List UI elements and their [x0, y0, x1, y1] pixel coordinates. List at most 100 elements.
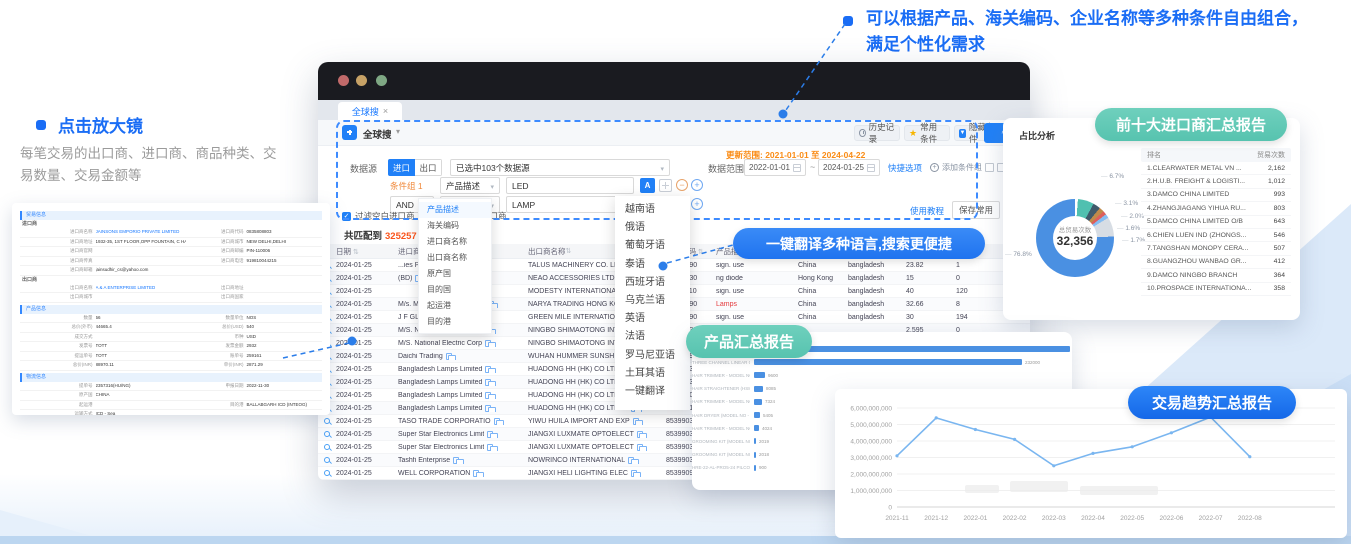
- data-point: [1052, 464, 1055, 467]
- magnifier-icon[interactable]: [324, 470, 330, 476]
- result-prefix: 共匹配到: [344, 231, 382, 242]
- magnifier-icon[interactable]: [324, 431, 330, 437]
- copy-icon[interactable]: [633, 418, 639, 425]
- language-menu-item[interactable]: 俄语: [615, 219, 690, 237]
- copy-icon[interactable]: [631, 470, 637, 477]
- language-menu-item[interactable]: 西班牙语: [615, 274, 690, 292]
- field-select-1[interactable]: 产品描述: [440, 177, 500, 194]
- magnifier-icon[interactable]: [324, 457, 330, 463]
- field-label: 出口商国家: [186, 293, 246, 302]
- copy-icon[interactable]: [485, 340, 491, 347]
- tutorial-link[interactable]: 使用教程: [910, 205, 944, 217]
- tab-global-search[interactable]: 全球搜: [338, 102, 402, 120]
- column-header[interactable]: 日期: [336, 246, 398, 257]
- translate-icon[interactable]: [640, 178, 655, 193]
- copy-icon[interactable]: [628, 457, 634, 464]
- field-menu-item[interactable]: 产品描述: [419, 202, 491, 218]
- copy-icon[interactable]: [485, 392, 491, 399]
- close-tab-icon[interactable]: [383, 106, 388, 116]
- magnifier-icon[interactable]: [324, 418, 330, 424]
- field-value: [246, 391, 322, 400]
- language-menu-item[interactable]: 越南语: [615, 201, 690, 219]
- magnifier-icon[interactable]: [324, 444, 330, 450]
- language-menu-item[interactable]: 葡萄牙语: [615, 237, 690, 255]
- import-toggle[interactable]: 进口: [388, 159, 415, 176]
- copy-icon[interactable]: [473, 470, 479, 477]
- ranking-list-header: 排名 贸易次数: [1141, 148, 1291, 162]
- field-menu-item[interactable]: 起运港: [419, 298, 491, 314]
- donut-center-value: 32,356: [1021, 234, 1129, 248]
- copy-icon[interactable]: [637, 444, 643, 451]
- cell-destination: bangladesh: [848, 262, 906, 269]
- field-menu-item[interactable]: 目的国: [419, 282, 491, 298]
- add-condition-icon[interactable]: [691, 179, 703, 191]
- field-value: [96, 333, 187, 342]
- row-magnifier: [318, 431, 336, 437]
- save-common-button[interactable]: 保存常用: [952, 201, 1000, 219]
- close-window-dot[interactable]: [338, 75, 349, 86]
- cell-date: 2024-01-25: [336, 275, 398, 282]
- field-menu-item[interactable]: 出口商名称: [419, 250, 491, 266]
- field-menu-item[interactable]: 原产国: [419, 266, 491, 282]
- grid-icon[interactable]: [659, 179, 672, 192]
- importer-trade-count: 358: [1274, 285, 1285, 292]
- date-from-input[interactable]: 2022-01-01: [744, 159, 806, 176]
- date-to-input[interactable]: 2024-01-25: [818, 159, 880, 176]
- bar-label: GROOMING KIT (MODEL NO:HD4000...: [692, 439, 750, 444]
- copy-icon[interactable]: [485, 379, 491, 386]
- language-menu-item[interactable]: 罗马尼亚语: [615, 347, 690, 365]
- datasource-select[interactable]: 已选中103个数据源: [450, 159, 670, 176]
- language-menu-item[interactable]: 法语: [615, 328, 690, 346]
- field-value: 56: [96, 314, 187, 323]
- exporter-name: NINGBO SHIMAOTONG INTER: [528, 327, 628, 334]
- field-menu-item[interactable]: 进口商名称: [419, 234, 491, 250]
- quick-options-link[interactable]: 快捷选项: [888, 162, 922, 174]
- copy-icon[interactable]: [487, 431, 493, 438]
- history-button[interactable]: 历史记录: [854, 125, 900, 141]
- callout-magnifier-desc: 每笔交易的出口商、进口商、商品种类、交易数量、交易金额等: [20, 143, 288, 188]
- faded-legend-blob: [965, 485, 999, 493]
- keyword-input-1[interactable]: [506, 177, 634, 194]
- export-toggle[interactable]: 出口: [415, 159, 442, 176]
- field-label: 发票号: [20, 342, 96, 351]
- language-menu-item[interactable]: 英语: [615, 310, 690, 328]
- copy-icon[interactable]: [637, 431, 643, 438]
- field-value: PIN-110006: [246, 247, 322, 256]
- ranking-row: 7.TANGSHAN MONOPY CERA...507: [1141, 242, 1291, 255]
- field-menu-item[interactable]: 目的港: [419, 314, 491, 330]
- settings-icon[interactable]: [985, 163, 994, 172]
- field-value: [246, 293, 322, 302]
- maximize-window-dot[interactable]: [376, 75, 387, 86]
- copy-icon[interactable]: [446, 353, 452, 360]
- cell-quantity: 32.66: [906, 301, 956, 308]
- data-point: [1013, 438, 1016, 441]
- language-menu-item[interactable]: 泰语: [615, 256, 690, 274]
- language-menu-item[interactable]: 土耳其语: [615, 365, 690, 383]
- result-number: 325257: [382, 231, 420, 242]
- cell-exporter: YIWU HUILA IMPORT AND EXP: [528, 418, 666, 425]
- chevron-down-icon[interactable]: [396, 127, 400, 136]
- importer-name: Daichi Trading: [398, 353, 443, 360]
- language-menu-item[interactable]: 一键翻译: [615, 383, 690, 401]
- filter-empty-importer-checkbox[interactable]: 过滤空白进口商: [342, 210, 415, 222]
- remove-condition-icon[interactable]: [676, 179, 688, 191]
- field-select-1-value: 产品描述: [446, 180, 480, 192]
- detail-row: 进口商地址1932-35, 1ST FLOOR,OPP FOUNTAIN, C …: [20, 238, 322, 248]
- field-menu-item[interactable]: 海关编码: [419, 218, 491, 234]
- cell-date: 2024-01-25: [336, 379, 398, 386]
- clock-icon: [859, 129, 866, 137]
- common-conditions-button[interactable]: 常用条件: [904, 125, 950, 141]
- copy-icon[interactable]: [487, 444, 493, 451]
- field-label: 数量: [20, 314, 96, 323]
- copy-icon[interactable]: [485, 366, 491, 373]
- ranking-row: 4.ZHANGJIAGANG YIHUA RU...803: [1141, 202, 1291, 215]
- copy-icon[interactable]: [494, 418, 500, 425]
- copy-icon[interactable]: [485, 405, 491, 412]
- language-menu-item[interactable]: 乌克兰语: [615, 292, 690, 310]
- importer-name: (BD): [398, 275, 412, 282]
- add-condition-group[interactable]: 添加条件组: [930, 162, 1006, 173]
- minimize-window-dot[interactable]: [356, 75, 367, 86]
- field-value: 919810044215: [246, 257, 322, 266]
- copy-icon[interactable]: [453, 457, 459, 464]
- add-condition-icon[interactable]: [691, 198, 703, 210]
